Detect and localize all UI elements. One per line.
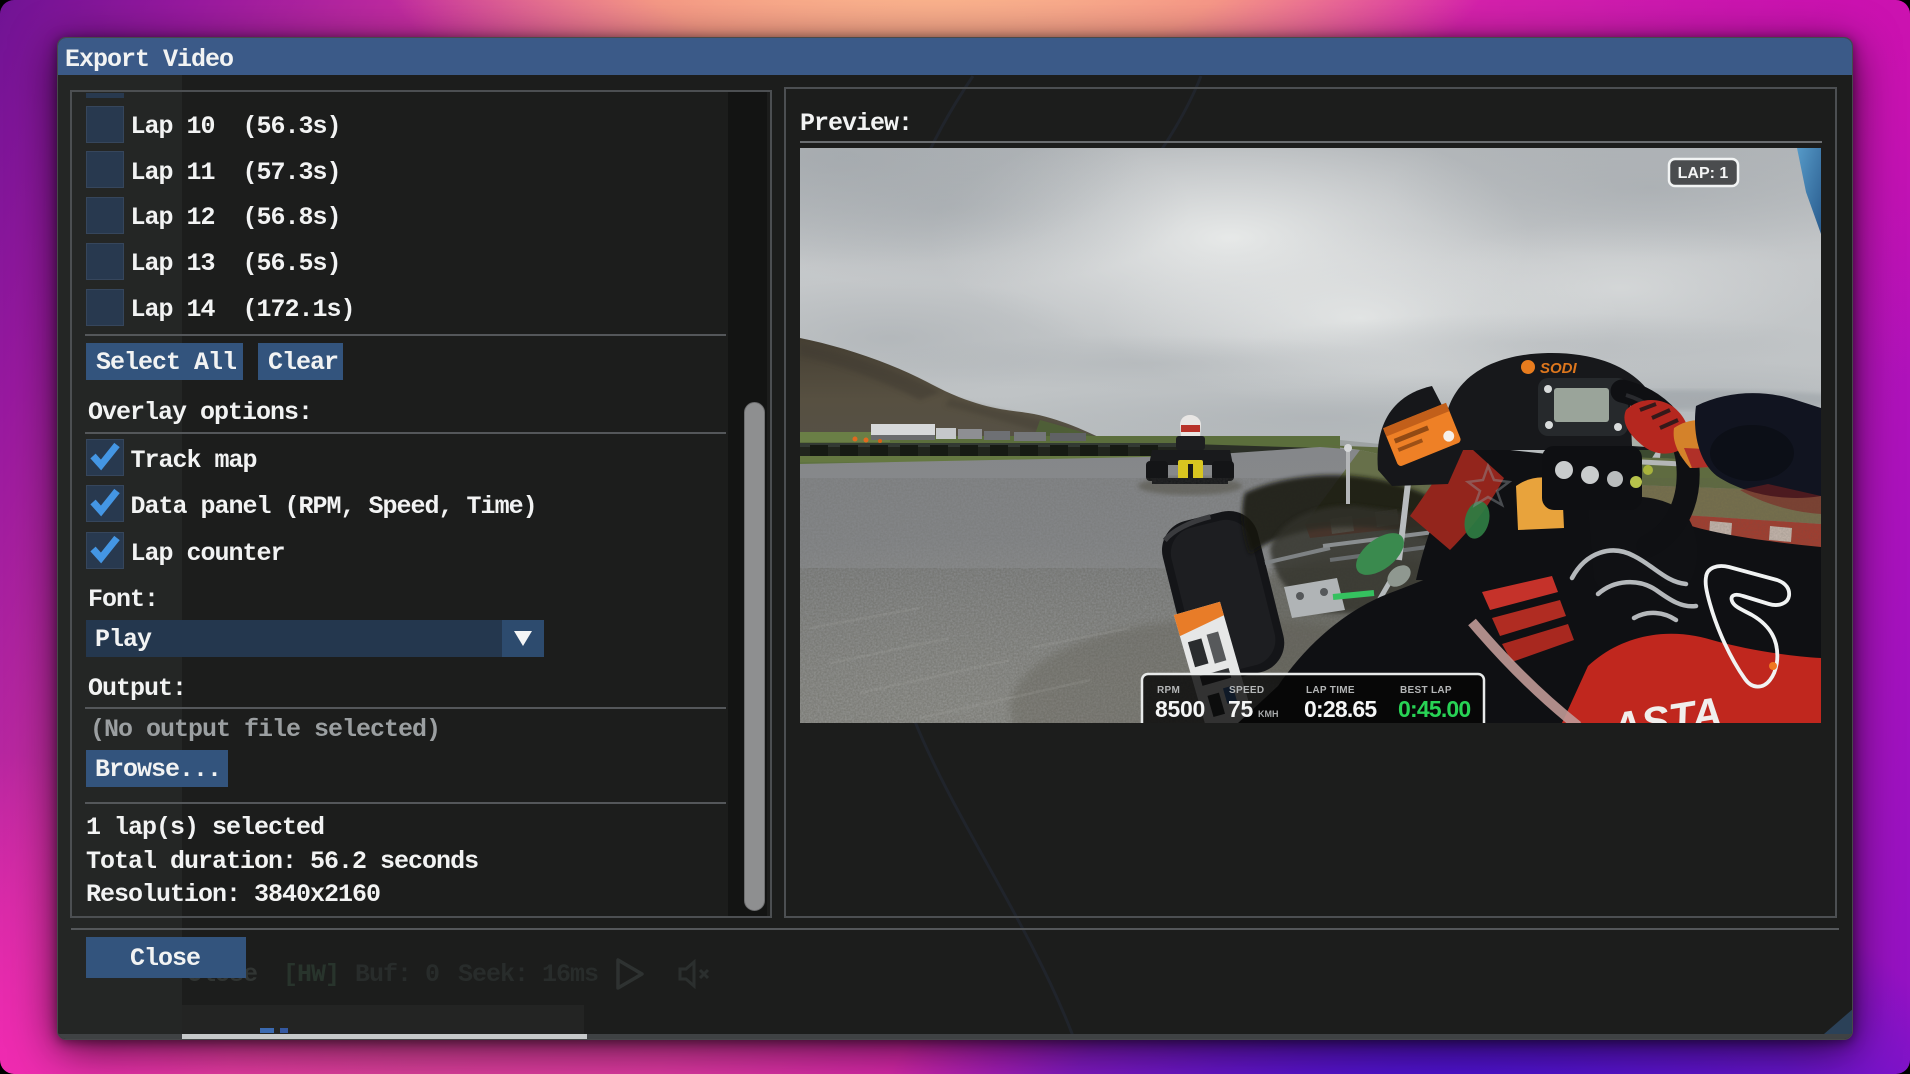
svg-text:8500: 8500 [1155, 696, 1205, 722]
svg-text:BEST LAP: BEST LAP [1400, 685, 1452, 696]
svg-text:LAP TIME: LAP TIME [1306, 685, 1355, 696]
svg-text:LAP: 1: LAP: 1 [1678, 165, 1729, 182]
svg-text:75: 75 [1228, 696, 1253, 722]
svg-text:SPEED: SPEED [1229, 685, 1264, 696]
svg-text:0:28.65: 0:28.65 [1304, 696, 1377, 722]
svg-text:0:45.00: 0:45.00 [1398, 696, 1470, 722]
svg-text:RPM: RPM [1157, 685, 1180, 696]
svg-text:KMH: KMH [1258, 709, 1279, 719]
svg-text:SODI: SODI [1540, 360, 1578, 377]
